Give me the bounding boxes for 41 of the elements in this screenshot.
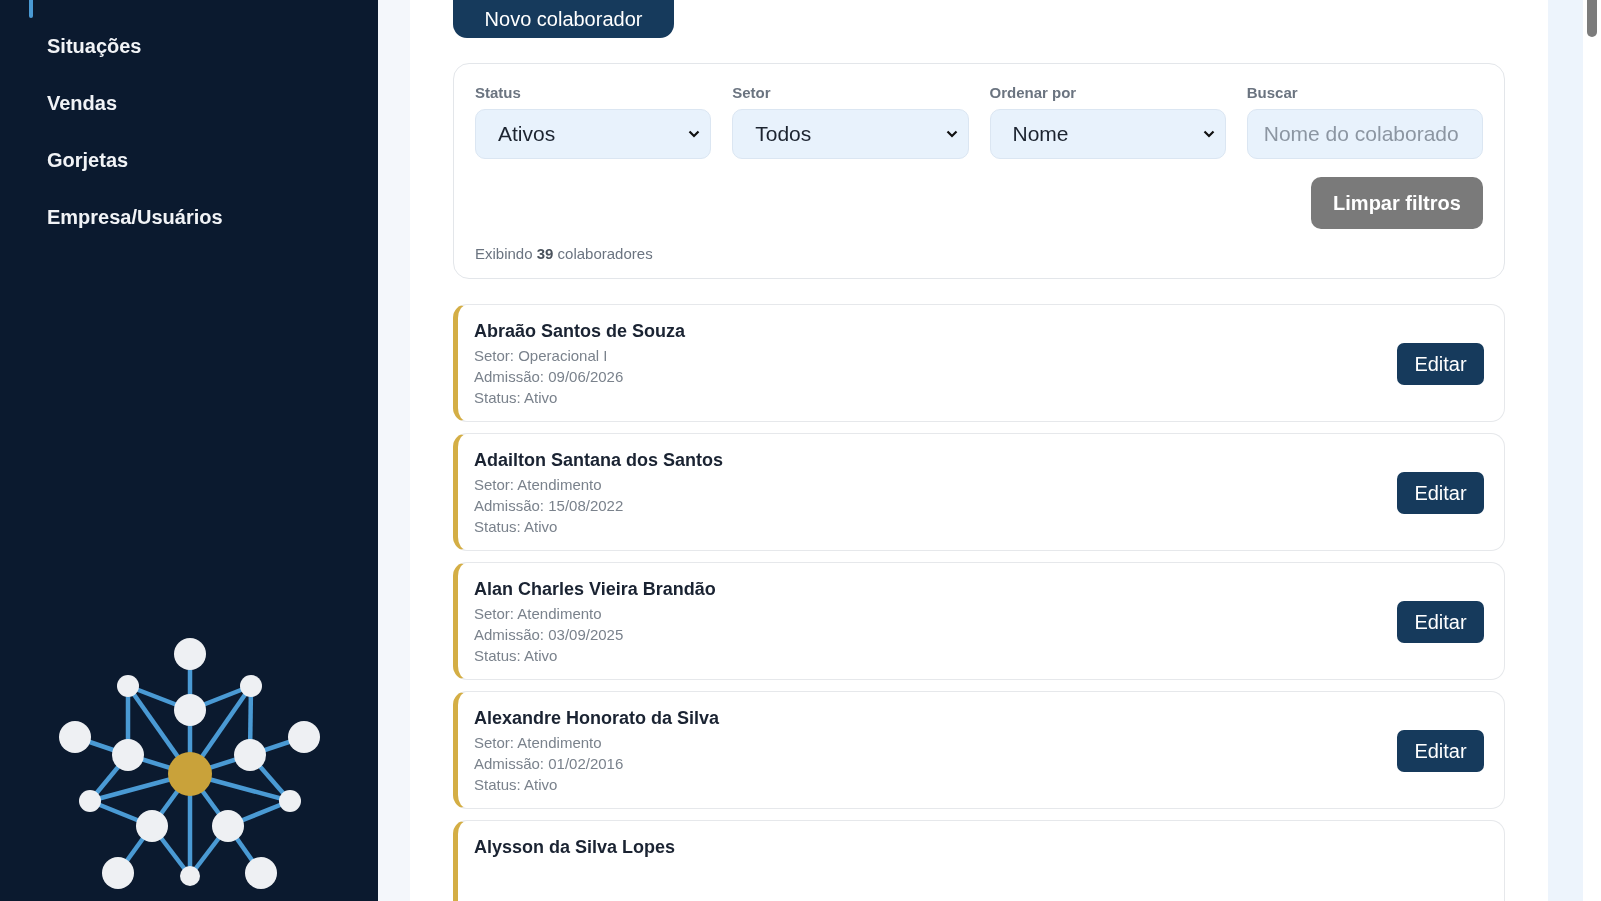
scrollbar-thumb[interactable] [1587, 0, 1597, 37]
active-item-marker [29, 0, 33, 18]
clear-filters-button[interactable]: Limpar filtros [1311, 177, 1483, 229]
admission-date: Admissão: 09/06/2026 [474, 368, 625, 386]
field-label: Setor [732, 84, 772, 101]
edit-button[interactable]: Editar [1397, 601, 1484, 643]
employee-sector: Setor: Atendimento [474, 476, 603, 494]
employee-sector: Setor: Atendimento [474, 734, 603, 752]
employee-name: Alexandre Honorato da Silva [474, 708, 720, 729]
employee-name: Adailton Santana dos Santos [474, 450, 724, 471]
field-label: Ordenar por [989, 84, 1078, 101]
employee-name: Abraão Santos de Souza [474, 321, 686, 342]
new-employee-button[interactable]: Novo colaborador [453, 0, 674, 38]
employee-status: Status: Ativo [474, 776, 559, 794]
admission-date: Admissão: 15/08/2022 [474, 497, 625, 515]
employee-name: Alan Charles Vieira Brandão [474, 579, 716, 600]
select-field[interactable]: Ativos [475, 109, 712, 159]
select-field[interactable]: Nome [989, 109, 1226, 159]
employee-name: Alysson da Silva Lopes [474, 837, 676, 858]
sidebar-item[interactable]: Vendas [47, 92, 118, 114]
edit-button[interactable]: Editar [1397, 472, 1484, 514]
chevron-down-icon [688, 130, 701, 138]
sidebar-item[interactable]: Empresa/Usuários [47, 206, 223, 228]
result-count: Exibindo 39 colaboradores [475, 245, 654, 262]
field-label: Status [475, 84, 522, 101]
employee-status: Status: Ativo [474, 518, 559, 536]
chevron-down-icon [1202, 130, 1215, 138]
field-label: Buscar [1246, 84, 1299, 101]
edit-button[interactable]: Editar [1397, 730, 1484, 772]
employee-status: Status: Ativo [474, 389, 559, 407]
employee-sector: Setor: Atendimento [474, 605, 603, 623]
search-field[interactable]: Nome do colaborado [1246, 109, 1483, 159]
sidebar-item[interactable]: Gorjetas [47, 149, 129, 171]
chevron-down-icon [945, 130, 958, 138]
employee-status: Status: Ativo [474, 647, 559, 665]
admission-date: Admissão: 03/09/2025 [474, 626, 625, 644]
admission-date: Admissão: 01/02/2016 [474, 755, 625, 773]
sidebar-item[interactable]: Situações [47, 35, 142, 57]
employee-sector: Setor: Operacional I [474, 347, 609, 365]
edit-button[interactable]: Editar [1397, 343, 1484, 385]
select-field[interactable]: Todos [732, 109, 969, 159]
